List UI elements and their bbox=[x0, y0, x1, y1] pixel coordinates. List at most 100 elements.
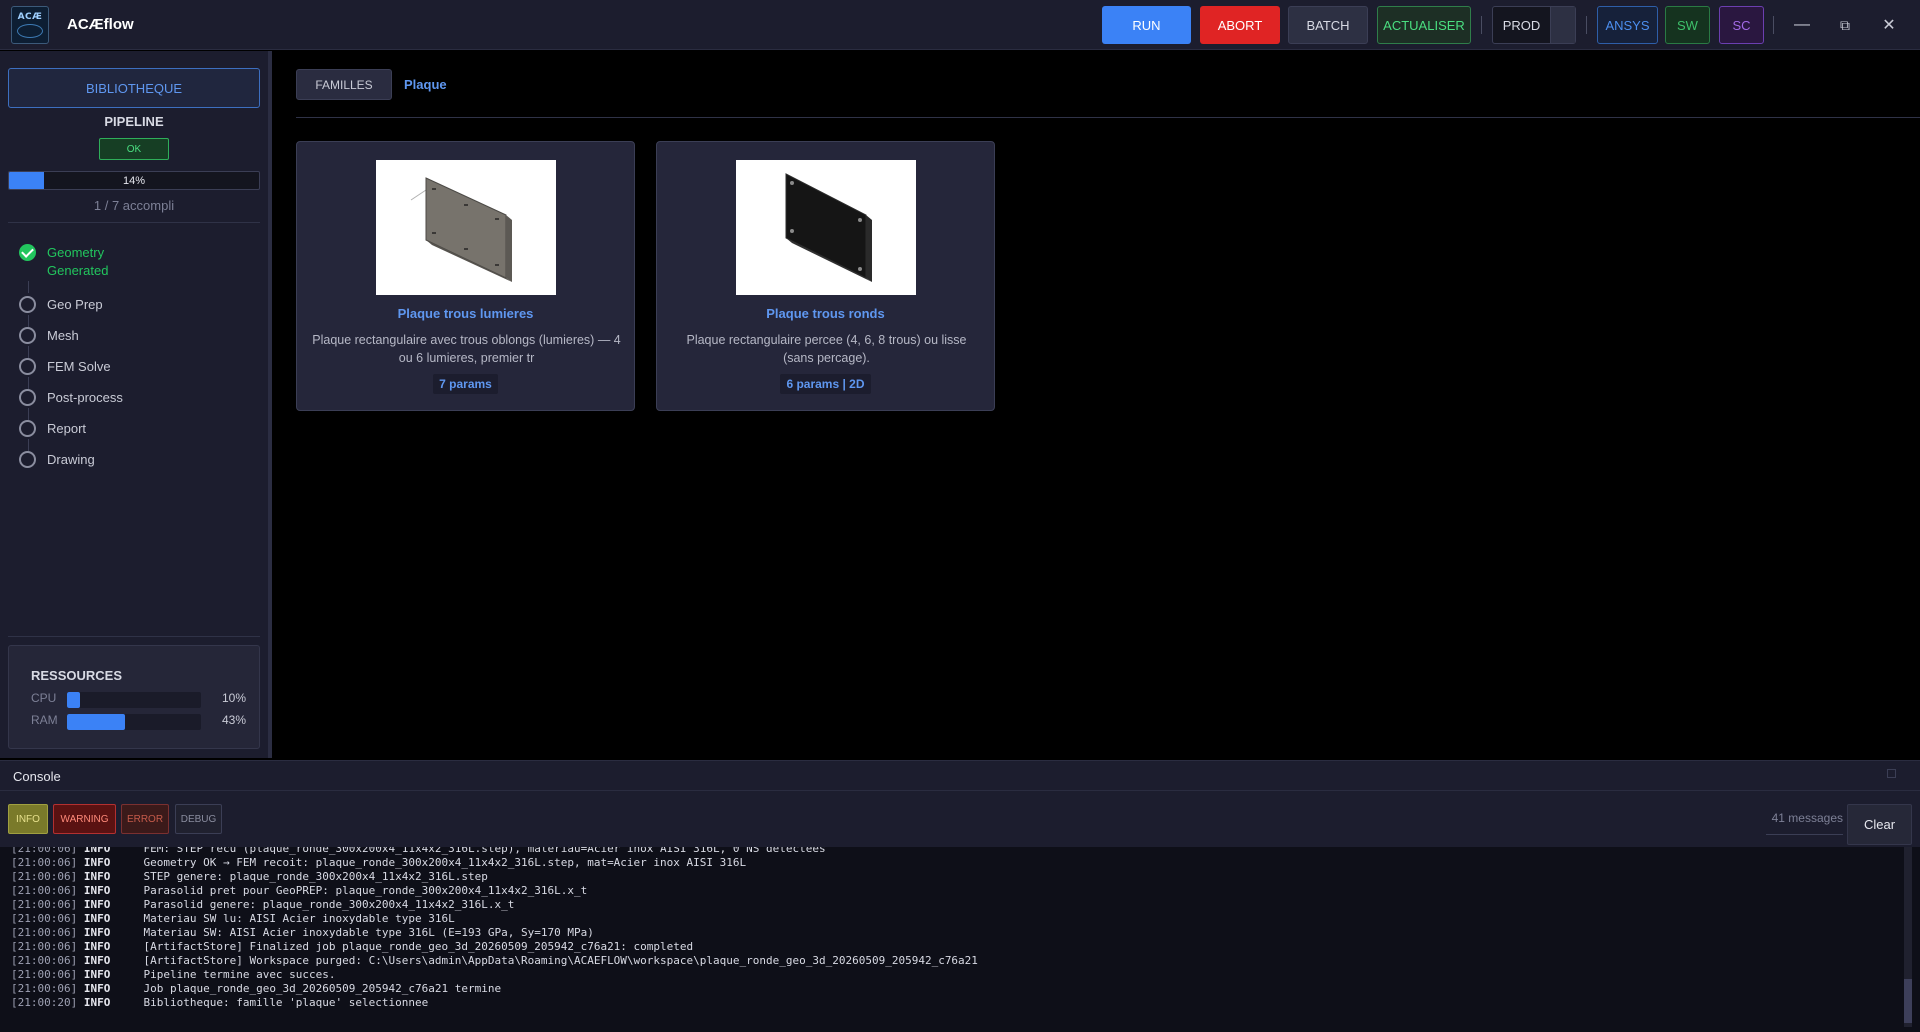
ram-fill bbox=[67, 714, 125, 730]
abort-button[interactable]: ABORT bbox=[1200, 6, 1280, 44]
cpu-meter: CPU 10% bbox=[31, 691, 246, 708]
step-connector bbox=[28, 408, 29, 420]
log-timestamp: [21:00:20] bbox=[11, 996, 78, 1009]
step-fem-solve[interactable]: FEM Solve bbox=[19, 358, 111, 376]
log-message: Pipeline termine avec succes. bbox=[143, 968, 336, 981]
restore-icon[interactable]: ⧉ bbox=[1832, 12, 1858, 38]
card-title: Plaque trous lumieres bbox=[397, 306, 534, 321]
log-lines: [21:00:06] INFO FEM: STEP recu (plaque_r… bbox=[11, 847, 978, 1010]
filter-debug-button[interactable]: DEBUG bbox=[175, 804, 222, 834]
log-timestamp: [21:00:06] bbox=[11, 856, 78, 869]
message-count: 41 messages bbox=[1771, 811, 1843, 825]
divider bbox=[1766, 834, 1843, 835]
sc-button[interactable]: SC bbox=[1719, 6, 1764, 44]
ansys-button[interactable]: ANSYS bbox=[1597, 6, 1658, 44]
mode-selector[interactable]: PROD bbox=[1492, 6, 1576, 44]
log-line: [21:00:06] INFO STEP genere: plaque_rond… bbox=[11, 870, 978, 884]
breadcrumb-familles[interactable]: FAMILLES bbox=[296, 69, 392, 100]
log-line: [21:00:06] INFO Job plaque_ronde_geo_3d_… bbox=[11, 982, 978, 996]
circle-icon bbox=[19, 389, 36, 406]
log-level: INFO bbox=[83, 884, 111, 897]
circle-icon bbox=[19, 358, 36, 375]
ram-label: RAM bbox=[31, 713, 58, 727]
log-level: INFO bbox=[83, 954, 111, 967]
close-icon[interactable]: ✕ bbox=[1876, 12, 1902, 38]
log-timestamp: [21:00:06] bbox=[11, 912, 78, 925]
filter-error-button[interactable]: ERROR bbox=[121, 804, 169, 834]
log-line: [21:00:06] INFO [ArtifactStore] Workspac… bbox=[11, 954, 978, 968]
clear-button[interactable]: Clear bbox=[1847, 804, 1912, 845]
step-label: Report bbox=[47, 421, 87, 436]
plate-slots-thumbnail bbox=[376, 160, 556, 295]
log-line: [21:00:06] INFO Materiau SW: AISI Acier … bbox=[11, 926, 978, 940]
params-badge: 7 params bbox=[433, 374, 498, 394]
log-level: INFO bbox=[83, 996, 111, 1009]
step-label: Mesh bbox=[47, 328, 79, 343]
progress-caption: 1 / 7 accompli bbox=[93, 198, 175, 213]
divider bbox=[296, 117, 1920, 118]
logo-text: ACÆ bbox=[17, 12, 43, 22]
step-label: Geometry Generated bbox=[47, 245, 109, 278]
resources-title: RESSOURCES bbox=[31, 668, 123, 683]
log-message: Parasolid pret pour GeoPREP: plaque_rond… bbox=[143, 884, 588, 897]
step-geo-prep[interactable]: Geo Prep bbox=[19, 296, 103, 314]
step-post-process[interactable]: Post-process bbox=[19, 389, 123, 407]
step-mesh[interactable]: Mesh bbox=[19, 327, 79, 345]
library-button[interactable]: BIBLIOTHEQUE bbox=[8, 68, 260, 108]
step-label: Post-process bbox=[47, 390, 123, 405]
title-bar: ACÆ ACÆflow RUN ABORT BATCH ACTUALISER P… bbox=[0, 0, 1920, 50]
log-timestamp: [21:00:06] bbox=[11, 954, 78, 967]
log-level: INFO bbox=[83, 940, 111, 953]
progress-label: 14% bbox=[122, 174, 146, 187]
run-button[interactable]: RUN bbox=[1102, 6, 1191, 44]
app-title: ACÆflow bbox=[67, 16, 134, 33]
log-message: Bibliotheque: famille 'plaque' selection… bbox=[143, 996, 429, 1009]
log-timestamp: [21:00:06] bbox=[11, 884, 78, 897]
circle-icon bbox=[19, 296, 36, 313]
pipeline-progress-bar: 14% bbox=[8, 171, 260, 190]
log-message: Job plaque_ronde_geo_3d_20260509_205942_… bbox=[143, 982, 502, 995]
log-level: INFO bbox=[83, 926, 111, 939]
log-timestamp: [21:00:06] bbox=[11, 926, 78, 939]
log-message: STEP genere: plaque_ronde_300x200x4_11x4… bbox=[143, 870, 488, 883]
log-scrollbar[interactable] bbox=[1904, 847, 1912, 1027]
cpu-bar bbox=[67, 692, 201, 708]
step-drawing[interactable]: Drawing bbox=[19, 451, 95, 469]
step-label: Geo Prep bbox=[47, 297, 103, 312]
undock-icon[interactable] bbox=[1887, 769, 1896, 778]
main-content: FAMILLES Plaque Plaque trous lumieres Pl… bbox=[272, 51, 1920, 758]
log-line: [21:00:06] INFO Geometry OK → FEM recoit… bbox=[11, 856, 978, 870]
log-level: INFO bbox=[83, 870, 111, 883]
check-icon bbox=[19, 244, 36, 261]
console-panel: Console INFO WARNING ERROR DEBUG 41 mess… bbox=[0, 760, 1920, 1032]
sw-button[interactable]: SW bbox=[1665, 6, 1710, 44]
step-report[interactable]: Report bbox=[19, 420, 86, 438]
divider bbox=[8, 636, 260, 637]
family-card-plaque-trous-ronds[interactable]: Plaque trous ronds Plaque rectangulaire … bbox=[656, 141, 995, 411]
log-level: INFO bbox=[83, 912, 111, 925]
filter-warning-button[interactable]: WARNING bbox=[53, 804, 116, 834]
log-line: [21:00:20] INFO Bibliotheque: famille 'p… bbox=[11, 996, 978, 1010]
log-message: Materiau SW: AISI Acier inoxydable type … bbox=[143, 926, 594, 939]
plate-holes-thumbnail bbox=[736, 160, 916, 295]
toolbar-separator bbox=[1481, 16, 1482, 34]
step-geometry-generated[interactable]: Geometry Generated bbox=[19, 244, 147, 280]
circle-icon bbox=[19, 327, 36, 344]
batch-button[interactable]: BATCH bbox=[1288, 6, 1368, 44]
breadcrumb-current: Plaque bbox=[404, 77, 447, 92]
logo-ring-icon bbox=[17, 24, 43, 38]
resources-panel: RESSOURCES CPU 10% RAM 43% bbox=[8, 645, 260, 749]
actualiser-button[interactable]: ACTUALISER bbox=[1377, 6, 1471, 44]
log-line: [21:00:06] INFO Parasolid pret pour GeoP… bbox=[11, 884, 978, 898]
filter-info-button[interactable]: INFO bbox=[8, 804, 48, 834]
scrollbar-thumb[interactable] bbox=[1904, 979, 1912, 1023]
family-card-plaque-trous-lumieres[interactable]: Plaque trous lumieres Plaque rectangulai… bbox=[296, 141, 635, 411]
log-output[interactable]: [21:00:06] INFO FEM: STEP recu (plaque_r… bbox=[0, 847, 1920, 1032]
card-title: Plaque trous ronds bbox=[766, 306, 885, 321]
log-message: FEM: STEP recu (plaque_ronde_300x200x4_1… bbox=[143, 847, 826, 855]
log-line: [21:00:06] INFO Parasolid genere: plaque… bbox=[11, 898, 978, 912]
mode-toggle[interactable] bbox=[1550, 7, 1575, 43]
minimize-icon[interactable]: — bbox=[1789, 12, 1815, 38]
log-level: INFO bbox=[83, 982, 111, 995]
toolbar-separator bbox=[1586, 16, 1587, 34]
